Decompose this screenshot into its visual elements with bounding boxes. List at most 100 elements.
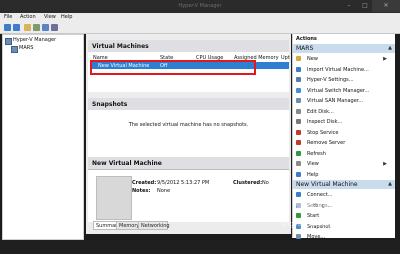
action-help[interactable]: Help <box>293 171 395 179</box>
inspect-disk-icon <box>296 119 301 124</box>
action-label: New <box>307 56 318 62</box>
toolbar <box>0 22 400 34</box>
maximize-button[interactable]: □ <box>358 0 372 12</box>
watermark-cn: 经验 <box>339 196 375 217</box>
navigation-tree: Hyper-V Manager MARS <box>2 34 84 240</box>
collapse-arrow-icon: ▲ <box>388 181 392 187</box>
menu-help[interactable]: Help <box>61 14 72 20</box>
action-label: Stop Service <box>307 129 339 136</box>
action-label: Help <box>307 171 319 178</box>
action-virtual-san-manager[interactable]: Virtual SAN Manager... <box>293 97 395 105</box>
action-label: Refresh <box>307 150 326 157</box>
tree-mars-label: MARS <box>19 45 34 51</box>
group-vm-title: New Virtual Machine <box>296 181 358 188</box>
notes-label: Notes: <box>132 188 151 194</box>
highlight-box <box>90 60 256 75</box>
hyperv-manager-icon <box>5 38 12 45</box>
action-view[interactable]: View ▶ <box>293 160 395 168</box>
tab-networking[interactable]: Networking <box>138 221 170 230</box>
settings-icon <box>296 77 301 82</box>
col-uptime[interactable]: Upt <box>281 55 290 62</box>
server-icon <box>11 46 18 53</box>
tab-memory-label: Memory <box>119 223 140 229</box>
submenu-arrow-icon: ▶ <box>383 161 387 167</box>
menu-view[interactable]: View <box>44 14 56 20</box>
notes-value: None <box>157 188 171 194</box>
details-header: New Virtual Machine <box>88 157 289 170</box>
watermark-brand: Bai <box>255 192 289 217</box>
watermark-brand2: du <box>309 192 336 217</box>
action-label: Hyper-V Settings... <box>307 77 354 83</box>
hyperv-manager-window: Hyper-V Manager – □ ✕ File Action View H… <box>0 0 400 254</box>
import-icon <box>296 66 301 72</box>
created-label: Created: <box>132 180 157 186</box>
watermark-url: jingyan.baidu.com <box>280 220 346 228</box>
menu-file[interactable]: File <box>4 14 12 20</box>
edit-disk-icon <box>296 108 301 114</box>
action-label: Virtual Switch Manager... <box>307 87 370 94</box>
action-inspect-disk[interactable]: Inspect Disk... <box>293 118 395 126</box>
tab-memory[interactable]: Memory <box>116 221 139 230</box>
snapshots-title: Snapshots <box>92 101 128 108</box>
view-icon <box>296 161 301 166</box>
minimize-icon: – <box>347 2 351 9</box>
action-refresh[interactable]: Refresh <box>293 150 395 158</box>
minimize-button[interactable]: – <box>342 0 356 12</box>
status-bar <box>0 240 400 254</box>
maximize-icon: □ <box>362 2 368 9</box>
action-label: Import Virtual Machine... <box>307 66 369 73</box>
actions-title: Actions <box>296 36 317 42</box>
submenu-arrow-icon: ▶ <box>383 56 387 62</box>
close-button[interactable]: ✕ <box>372 0 400 12</box>
back-icon[interactable] <box>4 24 11 31</box>
created-value: 9/5/2012 5:13:27 PM <box>157 180 210 186</box>
action-edit-disk[interactable]: Edit Disk... <box>293 108 395 116</box>
actions-header: Actions <box>293 34 395 43</box>
help-icon <box>296 171 301 177</box>
switch-icon <box>296 87 301 93</box>
new-icon <box>296 56 301 61</box>
menu-action[interactable]: Action <box>20 14 36 20</box>
actions-group-mars[interactable]: MARS ▲ <box>293 44 395 53</box>
collapse-arrow-icon: ▲ <box>388 45 392 51</box>
menu-bar: File Action View Help <box>0 13 400 22</box>
tab-networking-label: Networking <box>141 223 170 229</box>
action-import-virtual-machine[interactable]: Import Virtual Machine... <box>293 66 395 74</box>
snapshots-message: The selected virtual machine has no snap… <box>128 122 249 128</box>
stop-icon <box>296 129 301 135</box>
title-bar: Hyper-V Manager – □ ✕ <box>0 0 400 13</box>
show-tree-icon[interactable] <box>33 24 40 31</box>
action-remove-server[interactable]: Remove Server <box>293 139 395 147</box>
action-virtual-switch-manager[interactable]: Virtual Switch Manager... <box>293 87 395 95</box>
vm-thumbnail <box>96 176 132 220</box>
clustered-label: Clustered: <box>233 180 263 186</box>
clustered-value: No <box>262 180 269 186</box>
san-icon <box>296 98 301 103</box>
forward-icon[interactable] <box>13 24 20 31</box>
tab-summary[interactable]: Summary <box>93 221 120 230</box>
paw-icon <box>296 197 310 211</box>
actions-group-vm[interactable]: New Virtual Machine ▲ <box>293 180 395 189</box>
baidu-watermark: Bai du 经验 jingyan.baidu.com <box>255 192 375 228</box>
window-title: Hyper-V Manager <box>178 3 222 9</box>
vm-section-title: Virtual Machines <box>92 43 149 50</box>
action-stop-service[interactable]: Stop Service <box>293 129 395 137</box>
action-label: Inspect Disk... <box>307 119 343 125</box>
tree-item-root[interactable]: Hyper-V Manager <box>3 37 83 45</box>
tree-root-label: Hyper-V Manager <box>13 37 57 43</box>
group-mars-title: MARS <box>296 45 314 52</box>
details-title: New Virtual Machine <box>92 160 162 167</box>
action-label: View <box>307 161 319 167</box>
help-toolbar-icon[interactable] <box>42 24 49 31</box>
action-label: Remove Server <box>307 140 346 146</box>
close-icon: ✕ <box>383 2 389 9</box>
move-icon <box>296 234 301 239</box>
action-new[interactable]: New ▶ <box>293 55 395 63</box>
snapshots-pane: The selected virtual machine has no snap… <box>88 110 289 158</box>
remove-icon <box>296 140 301 145</box>
action-hyper-v-settings[interactable]: Hyper-V Settings... <box>293 76 395 84</box>
action-pane-icon[interactable] <box>51 24 58 31</box>
action-label: Edit Disk... <box>307 108 334 115</box>
tree-item-mars[interactable]: MARS <box>3 45 83 53</box>
up-folder-icon[interactable] <box>24 24 31 31</box>
